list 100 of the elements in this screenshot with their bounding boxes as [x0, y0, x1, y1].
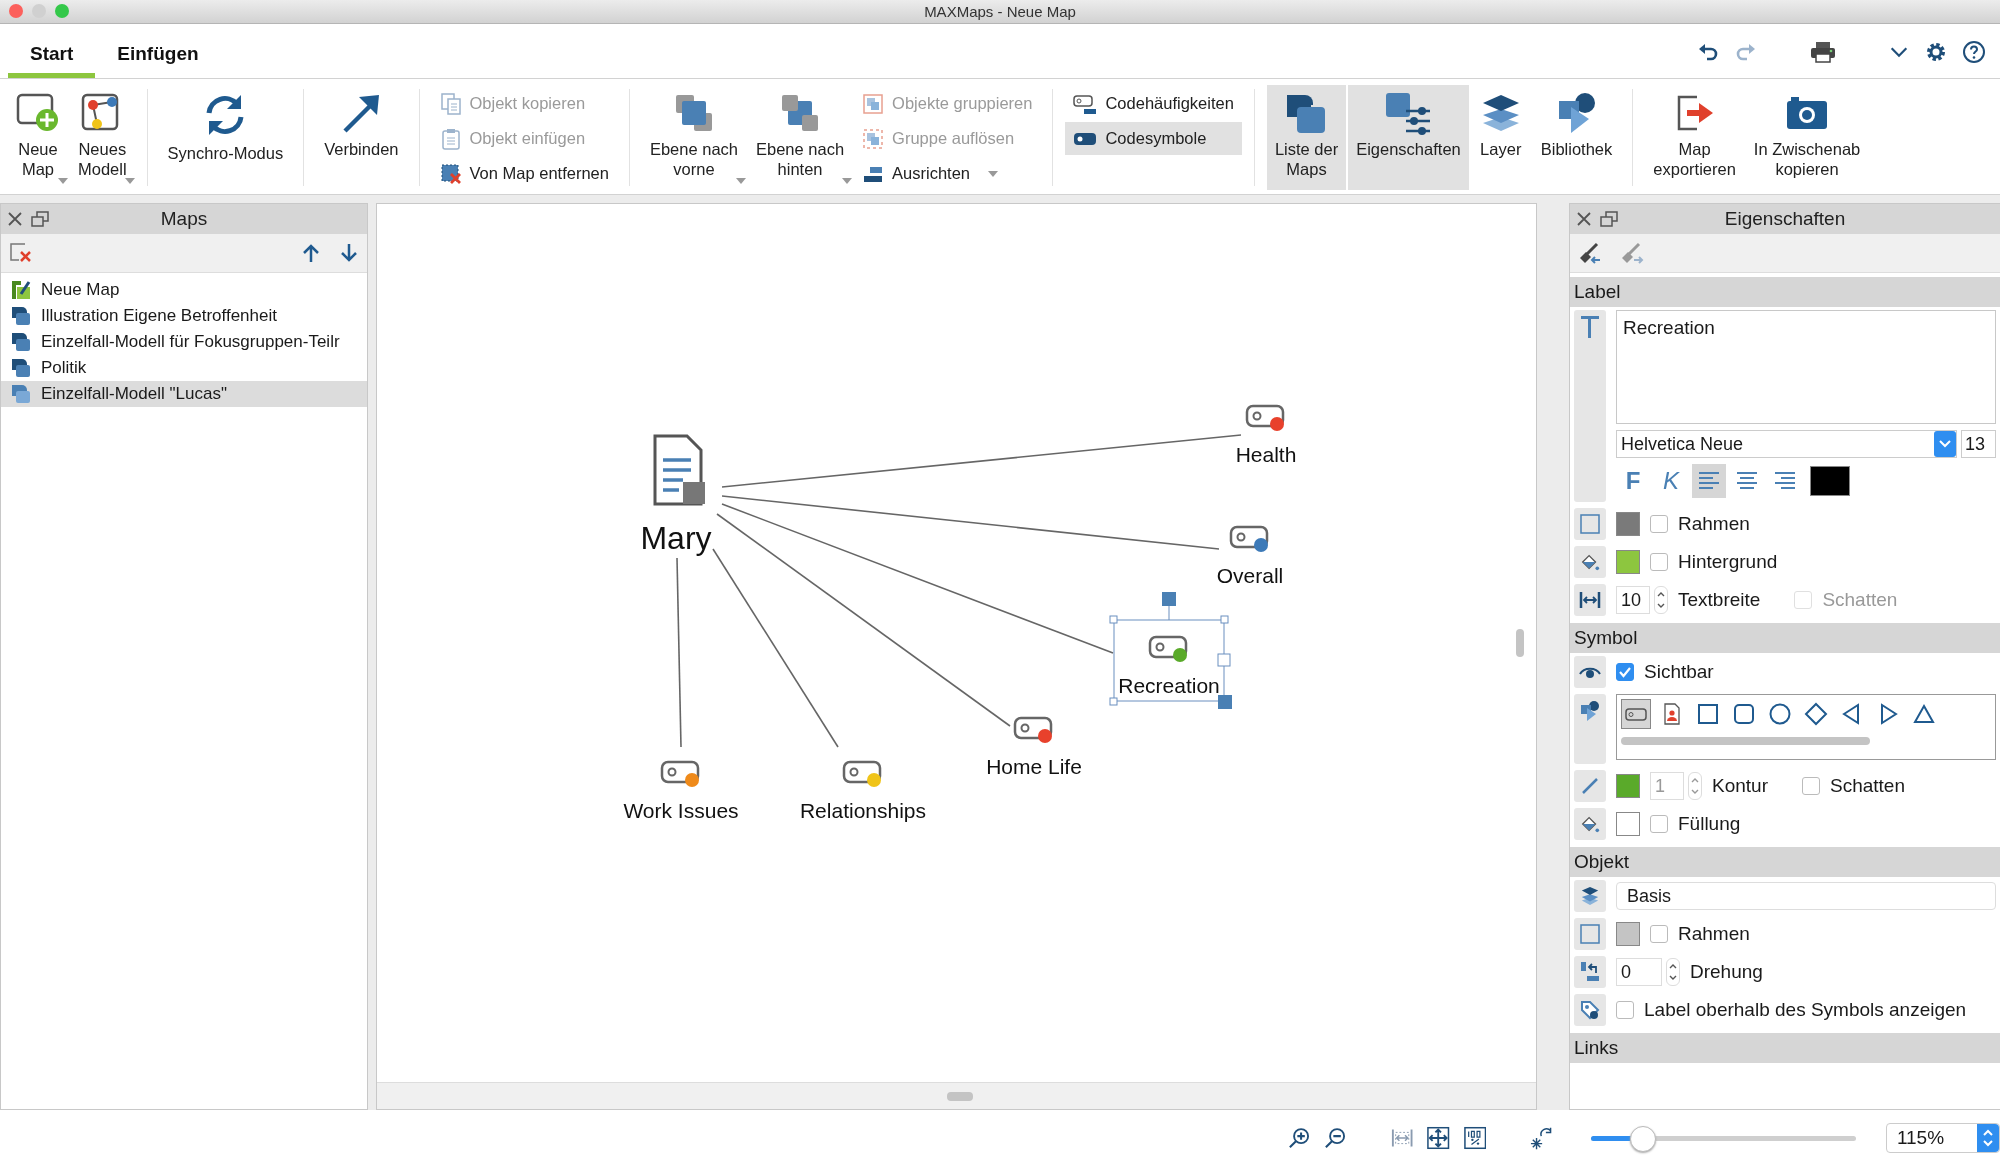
connector-line[interactable]: [716, 513, 1011, 727]
font-select[interactable]: Helvetica Neue: [1616, 430, 1957, 458]
section-header[interactable]: Label: [1570, 277, 2000, 307]
ribbon-button[interactable]: Ausrichten: [854, 157, 1041, 190]
horizontal-scrollbar[interactable]: [1621, 737, 1871, 745]
code-icon[interactable]: [1229, 525, 1269, 552]
text-width-icon: [1579, 590, 1601, 610]
color-swatch[interactable]: [1616, 512, 1640, 536]
help-icon[interactable]: [1962, 40, 1986, 64]
ribbon-button[interactable]: Map exportieren: [1645, 85, 1744, 190]
shape-option[interactable]: [1621, 699, 1651, 729]
ribbon-button[interactable]: Bibliothek: [1532, 85, 1621, 190]
align-button[interactable]: [1692, 464, 1726, 498]
close-window-button[interactable]: [9, 4, 23, 18]
reset-zoom-icon[interactable]: [1530, 1125, 1553, 1150]
move-up-icon[interactable]: [301, 243, 321, 263]
code-count-icon: [1073, 92, 1098, 115]
stepper-icon[interactable]: [1654, 586, 1668, 614]
map-list-item[interactable]: Einzelfall-Modell für Fokusgruppen-Teilr: [1, 329, 367, 355]
section-header[interactable]: Links: [1570, 1033, 2000, 1063]
ribbon-button[interactable]: Neue Map: [8, 85, 68, 190]
brush-icon[interactable]: [1578, 242, 1602, 264]
detach-icon[interactable]: [31, 211, 49, 227]
map-list-item[interactable]: Politik: [1, 355, 367, 381]
fit-all-icon[interactable]: [1427, 1125, 1450, 1150]
text-width-field[interactable]: 10: [1616, 586, 1650, 614]
rounded-shape-icon: [1732, 702, 1756, 726]
ribbon-button[interactable]: Codehäufigkeiten: [1065, 87, 1242, 120]
map-list-item[interactable]: Einzelfall-Modell "Lucas": [1, 381, 367, 407]
code-icon[interactable]: [660, 760, 700, 787]
checkbox[interactable]: [1802, 777, 1820, 795]
slider-thumb[interactable]: [1630, 1125, 1657, 1152]
checkbox[interactable]: [1650, 553, 1668, 571]
connector-line[interactable]: [676, 557, 682, 748]
zoom-in-icon[interactable]: [1288, 1125, 1311, 1150]
node-label: Overall: [1216, 564, 1284, 587]
ribbon-button[interactable]: Neues Modell: [70, 85, 135, 190]
ribbon-button[interactable]: Ebene nach vorne: [641, 85, 746, 190]
color-swatch[interactable]: [1616, 922, 1640, 946]
connector-line[interactable]: [721, 495, 1220, 550]
italic-button[interactable]: K: [1654, 464, 1688, 498]
checkbox[interactable]: [1650, 925, 1668, 943]
code-icon[interactable]: [842, 760, 882, 787]
zoom-out-icon[interactable]: [1324, 1125, 1347, 1150]
code-icon[interactable]: [1245, 404, 1285, 431]
ribbon-button[interactable]: Ebene nach hinten: [748, 85, 853, 190]
bold-button[interactable]: F: [1616, 464, 1650, 498]
delete-map-icon[interactable]: [9, 242, 33, 264]
checkbox-label: Schatten: [1822, 589, 1898, 611]
settings-icon[interactable]: [1924, 40, 1948, 64]
zoom-field[interactable]: 115%: [1885, 1122, 2000, 1153]
print-icon[interactable]: [1810, 40, 1836, 64]
ribbon-button[interactable]: In Zwischenab kopieren: [1745, 85, 1869, 190]
node-label: Health: [1235, 443, 1297, 466]
rotation-field[interactable]: 0: [1616, 958, 1662, 986]
ribbon-button[interactable]: Synchro-Modus: [159, 85, 292, 190]
map-icon: [11, 384, 31, 404]
ribbon-button[interactable]: Liste der Maps: [1266, 85, 1347, 190]
ribbon-button[interactable]: Verbinden: [316, 85, 407, 190]
text-format-icon: [1581, 316, 1599, 338]
detach-icon[interactable]: [1600, 211, 1618, 227]
code-icon[interactable]: [1148, 635, 1188, 662]
checkbox[interactable]: [1616, 663, 1634, 681]
circle-shape-icon: [1768, 702, 1792, 726]
clipboard-icon: [439, 127, 462, 150]
ribbon-button[interactable]: Layer: [1470, 85, 1531, 190]
font-size-field[interactable]: 13: [1961, 430, 1996, 458]
section-header[interactable]: Symbol: [1570, 623, 2000, 653]
document-icon[interactable]: [653, 434, 705, 506]
stepper-icon[interactable]: [1666, 958, 1680, 986]
checkbox-label: Füllung: [1678, 813, 1741, 835]
ribbon-button[interactable]: Codesymbole: [1065, 122, 1242, 155]
checkbox[interactable]: [1650, 815, 1668, 833]
label-text-field[interactable]: Recreation: [1616, 310, 1996, 424]
connector-line[interactable]: [712, 548, 839, 748]
actual-size-icon[interactable]: [1463, 1125, 1487, 1150]
checkbox[interactable]: [1650, 515, 1668, 533]
section-header[interactable]: Objekt: [1570, 847, 2000, 877]
close-icon[interactable]: [1576, 211, 1592, 227]
rotate-icon: [1579, 961, 1601, 983]
vertical-scrollbar[interactable]: [1516, 629, 1524, 657]
layer-select[interactable]: Basis: [1616, 882, 1996, 910]
node-label: Work Issues: [623, 799, 739, 822]
ribbon-button[interactable]: Von Map entfernen: [431, 157, 617, 190]
group-icon: [862, 92, 885, 115]
ribbon-button[interactable]: Eigenschaften: [1348, 85, 1469, 190]
code-icon[interactable]: [1013, 716, 1053, 743]
checkbox[interactable]: [1616, 1001, 1634, 1019]
text-color-swatch[interactable]: [1810, 466, 1850, 496]
selection-frame[interactable]: [1109, 592, 1232, 709]
horizontal-scrollbar[interactable]: [947, 1092, 973, 1101]
color-swatch[interactable]: [1616, 550, 1640, 574]
map-list-item[interactable]: Illustration Eigene Betroffenheit: [1, 303, 367, 329]
color-swatch[interactable]: [1616, 812, 1640, 836]
map-list-item[interactable]: Neue Map: [1, 277, 367, 303]
node-label: Mary: [640, 520, 712, 556]
up-shape-icon: [1912, 702, 1936, 726]
close-icon[interactable]: [7, 211, 23, 227]
ribbon-tab[interactable]: Einfügen: [95, 43, 221, 78]
move-down-icon[interactable]: [339, 243, 359, 263]
